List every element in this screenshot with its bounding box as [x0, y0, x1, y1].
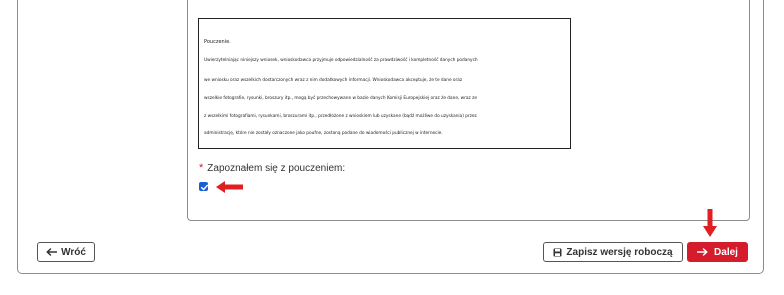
next-button-label: Dalej [714, 246, 738, 258]
required-marker: * [199, 162, 204, 174]
notice-line: Uwierzytelniając niniejszy wniosek, wnio… [204, 58, 478, 63]
acknowledgement-checkbox[interactable] [199, 182, 209, 191]
annotation-arrow-down-icon [703, 209, 717, 237]
save-draft-button-label: Zapisz wersję roboczą [566, 246, 673, 258]
acknowledgement-label: * Zapoznałem się z pouczeniem: [199, 162, 345, 174]
back-button[interactable]: Wróć [37, 242, 95, 262]
page: Pouczenie. Uwierzytelniając niniejszy wn… [0, 0, 784, 295]
notice-line: we wniosku oraz wszelkich dostarczonych … [204, 78, 463, 83]
save-icon [553, 248, 562, 257]
notice-line: wszelkie fotografie, rysunki, broszury i… [204, 96, 477, 101]
notice-heading: Pouczenie. [204, 39, 231, 45]
annotation-arrow-left-icon [216, 181, 243, 193]
notice-box: Pouczenie. Uwierzytelniając niniejszy wn… [198, 18, 571, 149]
next-button[interactable]: Dalej [687, 242, 748, 262]
back-button-label: Wróć [61, 246, 86, 258]
arrow-right-icon [697, 248, 708, 256]
arrow-left-icon [46, 248, 58, 256]
acknowledgement-text: Zapoznałem się z pouczeniem: [207, 163, 346, 174]
save-draft-button[interactable]: Zapisz wersję roboczą [543, 242, 683, 262]
notice-line: administrację, które nie zostały oznaczo… [204, 131, 443, 136]
checkmark-icon [200, 184, 209, 191]
notice-line: z wszelkimi fotografiami, rysunkami, bro… [204, 114, 477, 119]
